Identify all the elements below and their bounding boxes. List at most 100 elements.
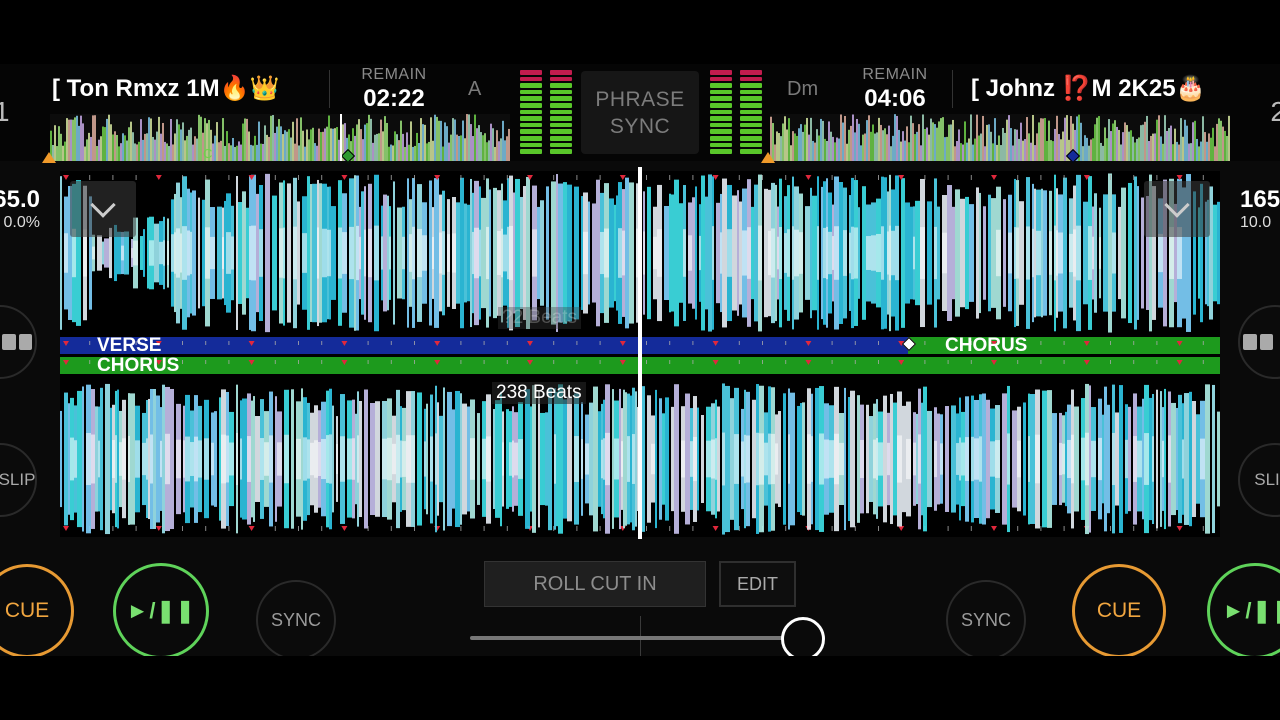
meter-segment: [550, 136, 572, 141]
phrase-sync-button[interactable]: PHRASE SYNC: [581, 71, 699, 154]
meter-segment: [710, 103, 732, 108]
divider: [329, 70, 330, 108]
roll-cut-in-label: ROLL CUT IN: [533, 572, 657, 595]
deck-2-overview-waveform[interactable]: [770, 114, 1230, 161]
meter-segment: [550, 96, 572, 102]
meter-segment: [520, 149, 542, 154]
deck-1-cue-button[interactable]: CUE: [0, 564, 74, 656]
meter-segment: [740, 96, 762, 102]
phrase-label-verse: VERSE: [97, 335, 162, 356]
meter-segment: [520, 142, 542, 148]
bpm-value: 65.0: [0, 186, 40, 213]
chevron-down-icon: [1164, 192, 1190, 218]
slip-label: SLI: [1254, 470, 1280, 489]
crossfader-track[interactable]: [470, 636, 804, 640]
cue-label: CUE: [1096, 599, 1142, 622]
meter-segment: [550, 149, 572, 154]
meter-segment: [740, 129, 762, 135]
meter-segment: [550, 129, 572, 135]
deck-1-slip-button[interactable]: SLIP: [0, 443, 37, 517]
deck-2-slip-button[interactable]: SLI: [1238, 443, 1280, 517]
meter-segment: [520, 122, 542, 128]
meter-segment: [710, 116, 732, 121]
dj-app: 1 [ Ton Rmxz 1M🔥👑 REMAIN 02:22 A PHRASE S…: [0, 64, 1280, 656]
meter-column: [550, 70, 572, 154]
deck-1-key: A: [468, 78, 482, 100]
meter-segment: [520, 136, 542, 141]
deck-2-cue-button[interactable]: CUE: [1072, 564, 1166, 656]
meter-segment: [710, 142, 732, 148]
sync-label: SYNC: [960, 609, 1011, 630]
phrase-sync-label: PHRASE SYNC: [595, 87, 685, 138]
meter-segment: [520, 89, 542, 95]
play-pause-icon: ►/❚❚: [126, 598, 196, 623]
deck-2-track-title[interactable]: [ Johnz ⁉️M 2K25🎂: [971, 74, 1205, 103]
meter-segment: [740, 136, 762, 141]
pitch-value: 0.0%: [3, 214, 40, 231]
meter-segment: [740, 83, 762, 88]
memory-cue-marker-icon: [761, 152, 775, 163]
deck-2-toggle-button[interactable]: [1238, 305, 1280, 379]
meter-segment: [550, 83, 572, 88]
meter-segment: [740, 122, 762, 128]
meter-segment: [550, 109, 572, 115]
meter-segment: [710, 76, 732, 82]
deck-2-play-pause-button[interactable]: ►/❚❚: [1207, 563, 1280, 656]
remain-time: 02:22: [363, 85, 425, 112]
meter-segment: [710, 83, 732, 88]
deck-1-number: 1: [0, 96, 10, 127]
top-bar: 1 [ Ton Rmxz 1M🔥👑 REMAIN 02:22 A PHRASE S…: [0, 64, 1280, 164]
deck-1-play-pause-button[interactable]: ►/❚❚: [113, 563, 209, 656]
meter-segment: [740, 103, 762, 108]
meter-segment: [710, 129, 732, 135]
overview-playhead: [340, 114, 342, 161]
meter-segment: [550, 89, 572, 95]
meter-segment: [710, 122, 732, 128]
deck-2-bpm[interactable]: 165 10.0: [1240, 186, 1280, 232]
deck-1-overview-waveform[interactable]: [50, 114, 510, 161]
meter-segment: [520, 96, 542, 102]
crossfader-knob[interactable]: [781, 617, 825, 656]
overview-waveform-graphic: [50, 114, 510, 161]
toggle-icon: [2, 334, 32, 350]
edit-button[interactable]: EDIT: [719, 561, 796, 607]
deck-1-level-meter: [520, 70, 572, 154]
meter-segment: [520, 83, 542, 88]
meter-segment: [710, 136, 732, 141]
toggle-icon: [1243, 334, 1273, 350]
deck-1-sync-button[interactable]: SYNC: [256, 580, 336, 656]
waveform-area[interactable]: VERSE CHORUS CHORUS ?2 Beats 238 Beats: [60, 167, 1220, 539]
meter-segment: [520, 109, 542, 115]
deck-2-sync-button[interactable]: SYNC: [946, 580, 1026, 656]
deck-1-bpm[interactable]: 65.0 0.0%: [0, 186, 40, 232]
meter-segment: [740, 149, 762, 154]
divider: [952, 70, 953, 108]
meter-segment: [520, 70, 542, 75]
meter-segment: [520, 76, 542, 82]
sync-label: SYNC: [270, 609, 321, 630]
overview-hotcue-marker: C: [203, 146, 213, 161]
slip-label: SLIP: [0, 470, 36, 489]
deck-2-key: Dm: [787, 78, 819, 100]
meter-segment: [520, 116, 542, 121]
meter-segment: [740, 142, 762, 148]
deck-1-toggle-button[interactable]: [0, 305, 37, 379]
meter-segment: [550, 142, 572, 148]
meter-segment: [710, 109, 732, 115]
remain-label: REMAIN: [361, 66, 427, 83]
meter-segment: [710, 89, 732, 95]
deck-1-collapse-button[interactable]: [70, 181, 136, 237]
meter-segment: [520, 129, 542, 135]
meter-column: [710, 70, 732, 154]
deck-2-level-meter: [710, 70, 762, 154]
playhead-line: [638, 167, 642, 539]
play-pause-icon: ►/❚❚: [1222, 598, 1280, 623]
roll-cut-in-button[interactable]: ROLL CUT IN: [484, 561, 706, 607]
overview-waveform-graphic: [770, 114, 1230, 161]
meter-segment: [740, 109, 762, 115]
deck-1-track-title[interactable]: [ Ton Rmxz 1M🔥👑: [52, 74, 279, 103]
meter-segment: [550, 103, 572, 108]
meter-segment: [550, 76, 572, 82]
meter-column: [520, 70, 542, 154]
deck-2-collapse-button[interactable]: [1144, 181, 1210, 237]
